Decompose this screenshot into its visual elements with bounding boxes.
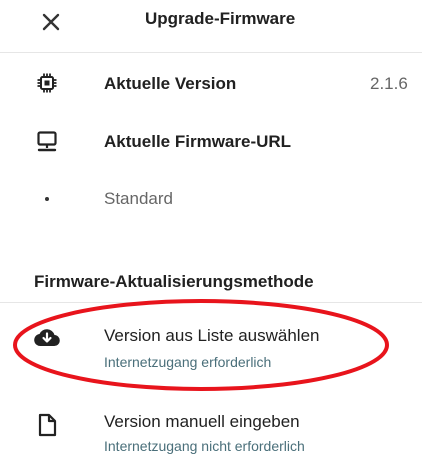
firmware-url-label[interactable]: Aktuelle Firmware-URL	[104, 132, 291, 152]
chip-icon	[34, 70, 60, 96]
monitor-icon	[34, 128, 60, 154]
bullet-icon	[45, 197, 49, 201]
current-version-value: 2.1.6	[370, 74, 408, 93]
close-icon	[42, 13, 60, 31]
option-select-from-list-subtitle: Internetzugang erforderlich	[104, 354, 272, 370]
option-enter-manually-subtitle: Internetzugang nicht erforderlich	[104, 438, 305, 454]
page-title: Upgrade-Firmware	[145, 9, 296, 28]
option-select-from-list-title: Version aus Liste auswählen	[104, 326, 320, 345]
file-icon	[34, 412, 60, 438]
firmware-url-value: Standard	[104, 189, 173, 208]
close-button[interactable]	[34, 5, 68, 39]
cloud-download-icon	[34, 324, 60, 350]
option-enter-manually-title: Version manuell eingeben	[104, 412, 300, 431]
option-enter-manually[interactable]: Version manuell eingeben Internetzugang …	[0, 402, 422, 460]
header-divider	[0, 52, 422, 53]
option-select-from-list[interactable]: Version aus Liste auswählen Internetzuga…	[0, 312, 422, 378]
section-header-update-method: Firmware-Aktualisierungsmethode	[34, 272, 314, 291]
section-divider	[0, 302, 422, 303]
current-version-label: Aktuelle Version	[104, 74, 237, 93]
